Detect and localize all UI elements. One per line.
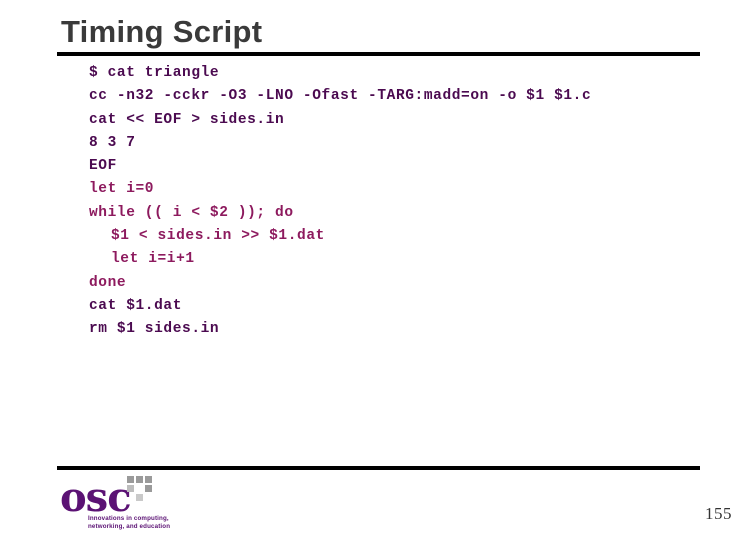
- code-line: cat $1.dat: [89, 297, 183, 314]
- footer-divider-rule: [57, 466, 700, 470]
- title-divider-rule: [57, 52, 700, 56]
- code-line: let i=i+1: [111, 251, 195, 268]
- code-line: EOF: [89, 158, 117, 175]
- code-block: $ cat triangle cc -n32 -cckr -O3 -LNO -Of…: [89, 62, 689, 342]
- page-title: Timing Script: [61, 14, 263, 49]
- code-line: $ cat triangle: [89, 65, 220, 81]
- slide-canvas: Timing Script $ cat triangle cc -n32 -cck…: [0, 0, 756, 540]
- code-line: $1 < sides.in >> $1.dat: [111, 228, 325, 245]
- osc-logo: osc Innovations in computing, networking,…: [60, 474, 240, 536]
- code-line: cat << EOF > sides.in: [89, 111, 285, 128]
- code-line: done: [89, 274, 127, 291]
- page-number: 155: [705, 504, 732, 523]
- osc-tagline: Innovations in computing, networking, and…: [88, 515, 171, 530]
- code-line: 8 3 7: [89, 134, 136, 151]
- pixel-grid-icon: [127, 476, 159, 508]
- osc-wordmark: osc: [60, 474, 132, 521]
- code-line: let i=0: [89, 181, 155, 198]
- code-line: rm $1 sides.in: [89, 321, 220, 338]
- code-line: cc -n32 -cckr -O3 -LNO -Ofast -TARG:madd…: [89, 88, 592, 105]
- code-line: while (( i < $2 )); do: [89, 204, 294, 221]
